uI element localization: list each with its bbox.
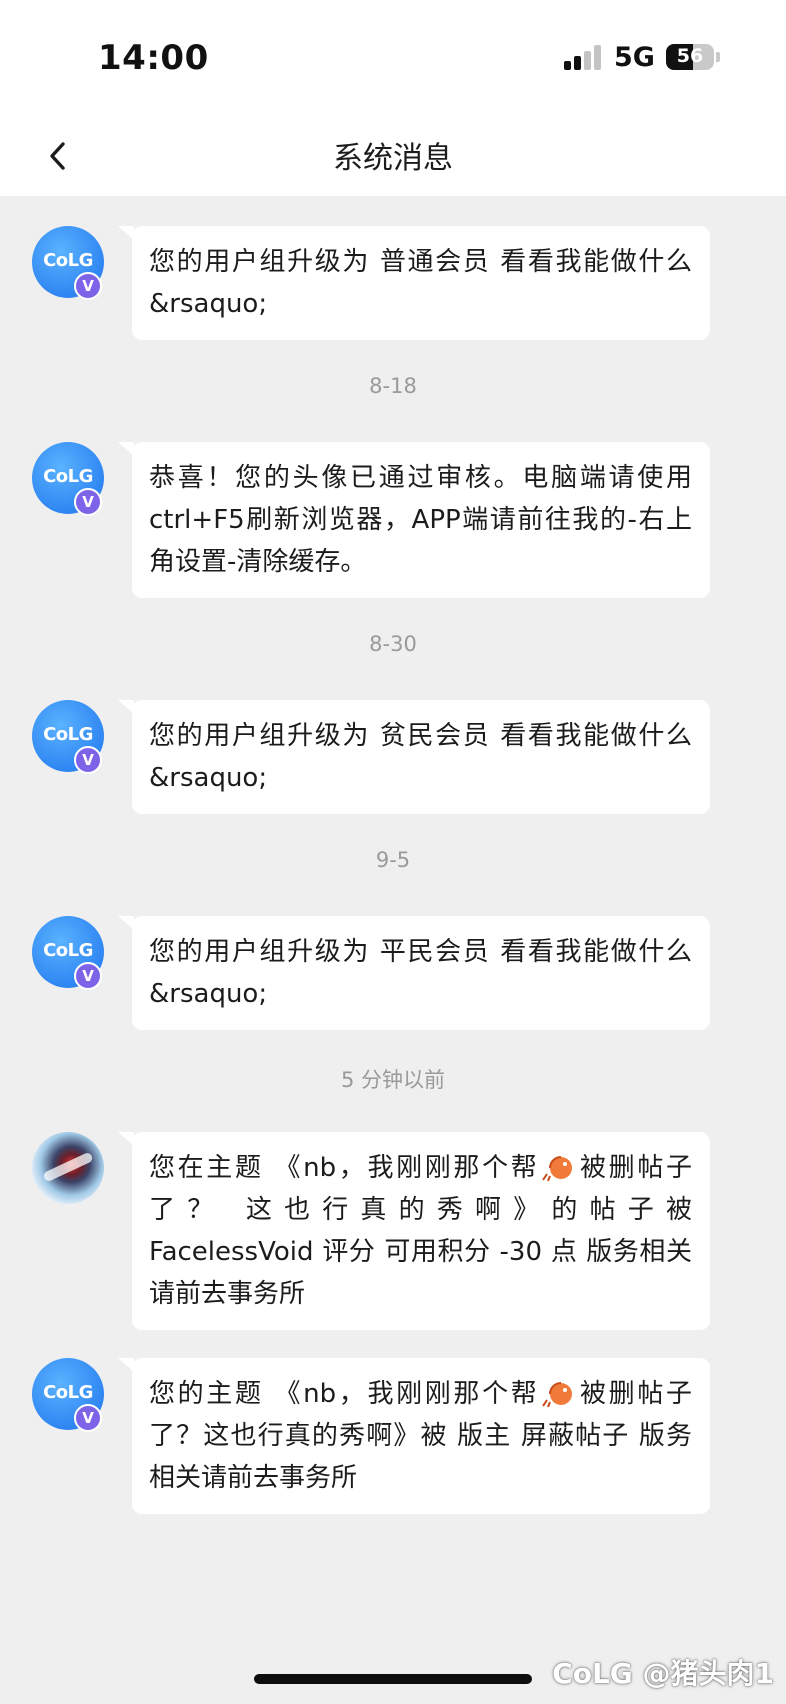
message-bubble[interactable]: 您的用户组升级为 普通会员 看看我能做什么 &rsaquo;	[118, 226, 710, 340]
battery-icon: 56	[666, 44, 714, 70]
shrimp-emoji-icon	[542, 1156, 573, 1182]
message-bubble[interactable]: 您的主题 《nb，我刚刚那个帮 被删帖子了？这也行真的秀啊》被 版主 屏蔽帖子 版…	[118, 1358, 710, 1514]
colg-avatar[interactable]: CoLG V	[32, 1358, 104, 1432]
user-avatar[interactable]	[32, 1132, 104, 1204]
colg-logo: CoLG	[43, 940, 93, 961]
page-title: 系统消息	[333, 141, 453, 176]
signal-strength-icon	[564, 44, 604, 70]
colg-logo: CoLG	[43, 1382, 93, 1403]
verified-badge-icon: V	[74, 1404, 102, 1432]
colg-avatar[interactable]: CoLG V	[32, 226, 104, 300]
watermark: CoLG @猪头肉1	[552, 1657, 774, 1690]
home-indicator[interactable]	[254, 1674, 532, 1684]
battery-tip	[716, 52, 720, 62]
colg-avatar[interactable]: CoLG V	[32, 442, 104, 516]
verified-badge-icon: V	[74, 488, 102, 516]
avatar-art	[42, 1151, 94, 1183]
colg-avatar[interactable]: CoLG V	[32, 700, 104, 774]
message-timestamp: 9-5	[375, 848, 411, 872]
nav-bar: 系统消息	[0, 118, 786, 196]
message-timestamp: 8-18	[369, 374, 417, 398]
colg-logo: CoLG	[43, 466, 93, 487]
verified-badge-icon: V	[74, 746, 102, 774]
message-bubble[interactable]: 恭喜！您的头像已通过审核。电脑端请使用ctrl+F5刷新浏览器，APP端请前往我…	[118, 442, 710, 598]
shrimp-emoji-icon	[542, 1382, 573, 1408]
colg-avatar[interactable]: CoLG V	[32, 916, 104, 990]
verified-badge-icon: V	[74, 962, 102, 990]
message-timestamp: 5 分钟以前	[340, 1068, 446, 1092]
status-time: 14:00	[98, 38, 209, 78]
status-bar: 14:00 5G 56	[0, 0, 786, 118]
message-bubble[interactable]: 您的用户组升级为 贫民会员 看看我能做什么 &rsaquo;	[118, 700, 710, 814]
colg-logo: CoLG	[43, 250, 93, 271]
message-bubble[interactable]: 您的用户组升级为 平民会员 看看我能做什么 &rsaquo;	[118, 916, 710, 1030]
message-timestamp: 8-30	[369, 632, 417, 656]
network-type: 5G	[614, 42, 655, 73]
colg-logo: CoLG	[43, 724, 93, 745]
message-bubble[interactable]: 您在主题 《nb，我刚刚那个帮 被删帖子了？ 这也行真的秀啊》的帖子被 Facel…	[118, 1132, 710, 1330]
verified-badge-icon: V	[74, 272, 102, 300]
message-text: 您的主题 《nb，我刚刚那个帮	[149, 1379, 540, 1409]
battery-percent: 56	[676, 45, 704, 67]
message-text: 您在主题 《nb，我刚刚那个帮	[149, 1153, 540, 1183]
